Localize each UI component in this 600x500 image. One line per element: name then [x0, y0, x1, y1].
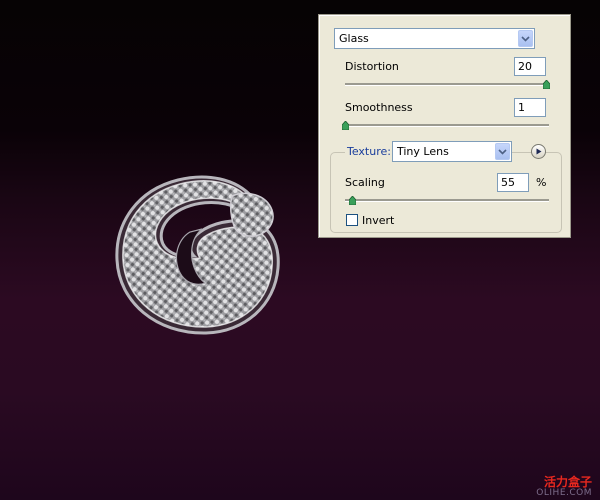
texture-select[interactable]: Tiny Lens — [392, 141, 512, 162]
filter-select-value: Glass — [339, 32, 369, 45]
scaling-slider-thumb[interactable] — [349, 196, 356, 205]
scaling-input[interactable]: 55 — [497, 173, 529, 192]
scaling-slider-track[interactable] — [345, 199, 549, 202]
glass-filter-panel: Glass Distortion 20 Smoothness 1 Texture… — [318, 14, 571, 238]
smoothness-label: Smoothness — [345, 101, 413, 114]
distortion-slider-thumb[interactable] — [543, 80, 550, 89]
invert-label[interactable]: Invert — [362, 214, 394, 227]
watermark-cn: 活力盒子 — [543, 475, 592, 489]
watermark-en: OLIHE.COM — [536, 488, 592, 498]
chevron-down-icon[interactable] — [518, 30, 533, 47]
letter-g-glass — [115, 175, 280, 335]
smoothness-input[interactable]: 1 — [514, 98, 546, 117]
smoothness-slider-track[interactable] — [345, 124, 549, 127]
distortion-slider-track[interactable] — [345, 83, 549, 86]
scaling-label: Scaling — [345, 176, 385, 189]
smoothness-slider-thumb[interactable] — [342, 121, 349, 130]
play-arrow-icon — [536, 148, 541, 155]
texture-label: Texture: — [345, 145, 393, 158]
distortion-input[interactable]: 20 — [514, 57, 546, 76]
texture-select-value: Tiny Lens — [397, 145, 449, 158]
watermark: 活力盒子 OLIHE.COM — [536, 476, 592, 498]
chevron-down-icon[interactable] — [495, 143, 510, 160]
texture-menu-button[interactable] — [531, 144, 546, 159]
filter-select[interactable]: Glass — [334, 28, 535, 49]
distortion-label: Distortion — [345, 60, 399, 73]
invert-checkbox[interactable] — [346, 214, 358, 226]
scaling-unit: % — [536, 176, 547, 189]
